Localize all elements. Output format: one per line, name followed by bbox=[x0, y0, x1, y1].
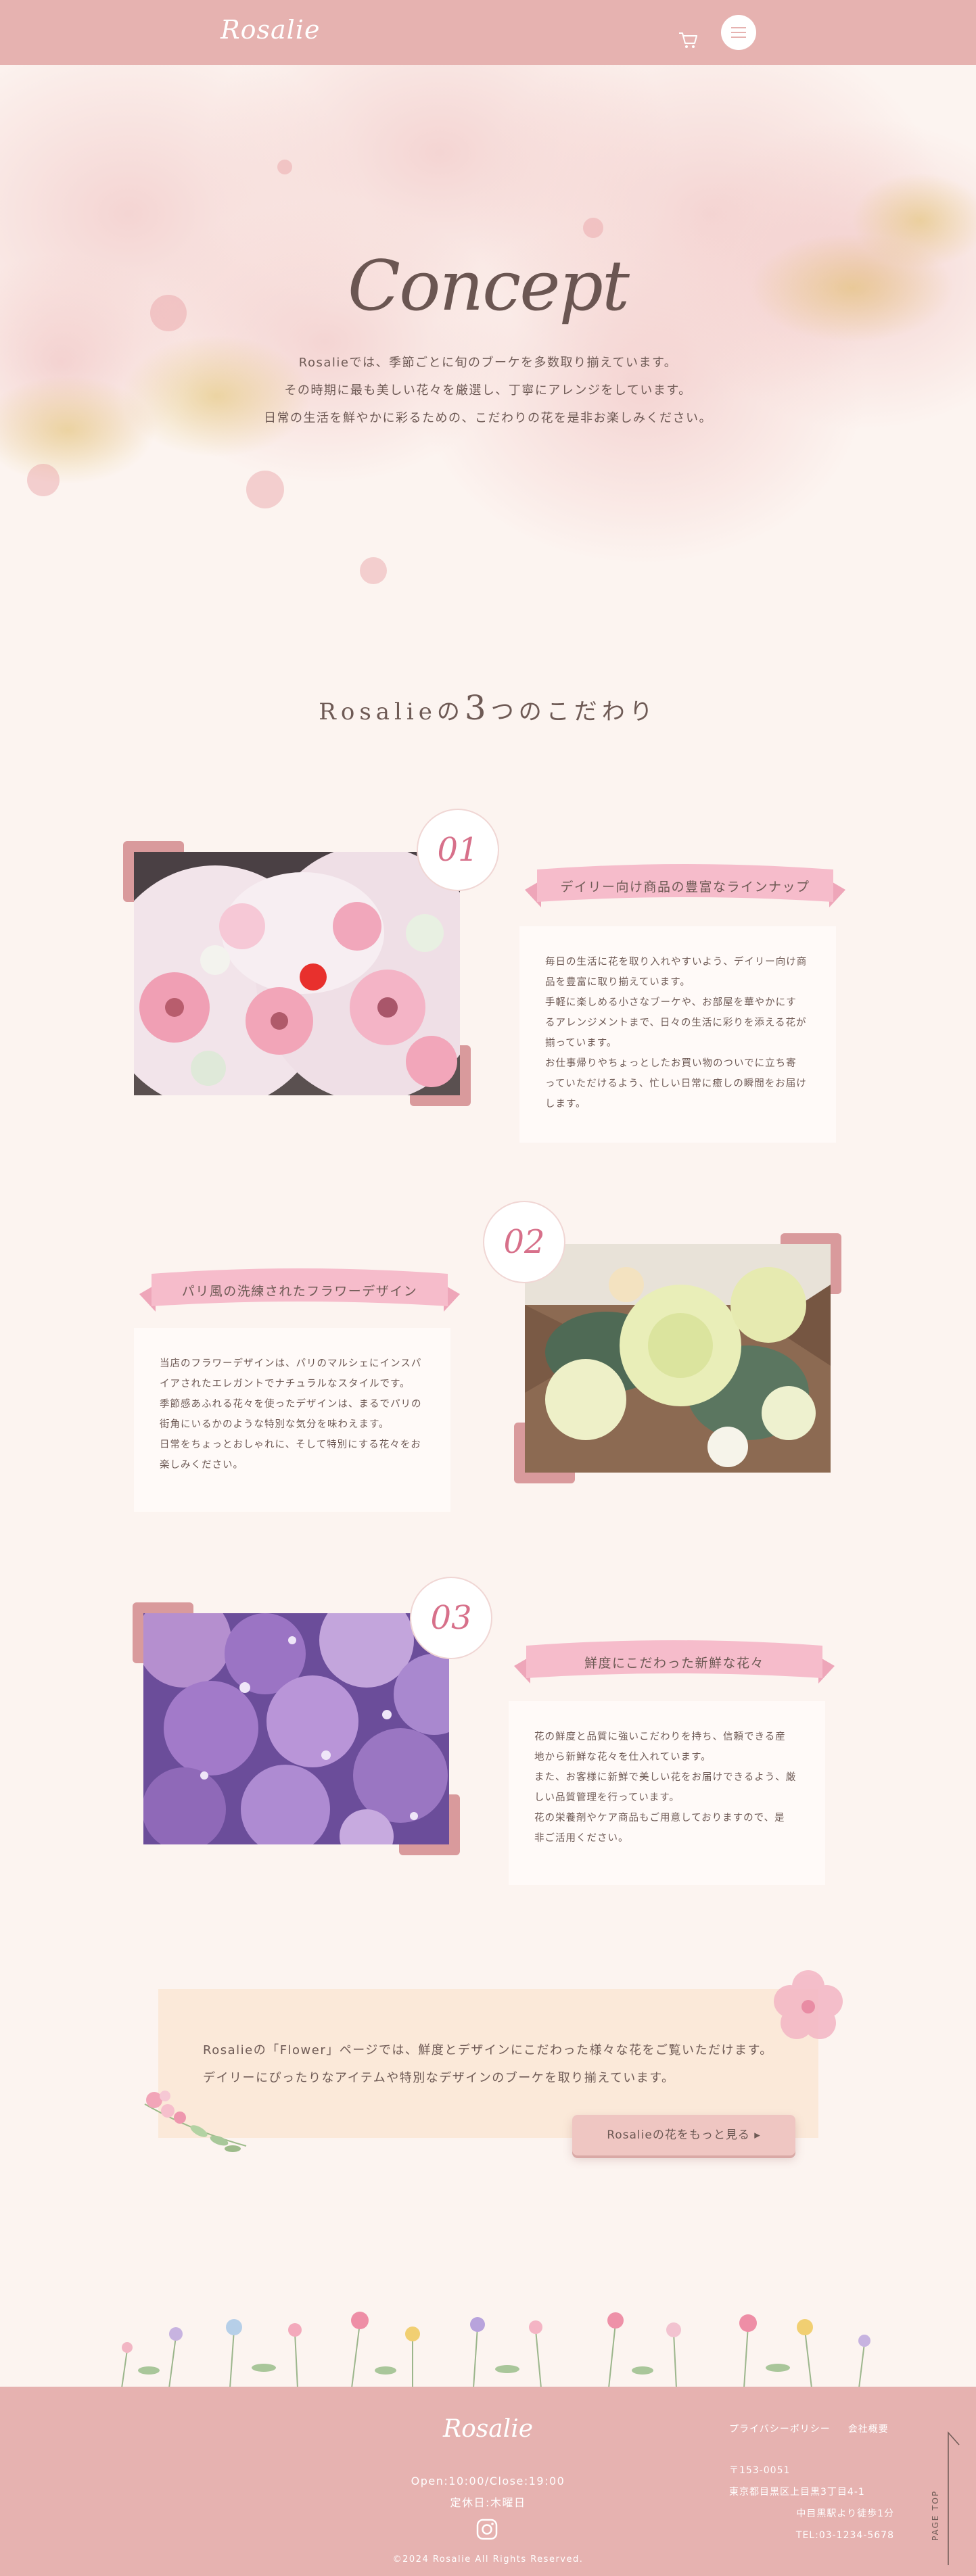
instagram-icon[interactable] bbox=[475, 2518, 498, 2541]
feature-title-ribbon-2: パリ風の洗練されたフラワーデザイン bbox=[139, 1267, 460, 1316]
footer-links: プライバシーポリシー 会社概要 bbox=[729, 2422, 906, 2435]
feature-number-1: 01 bbox=[417, 809, 499, 891]
pink-flower-illustration-icon bbox=[774, 1970, 843, 2039]
features-heading: Rosalieの3つのこだわり bbox=[319, 688, 657, 728]
concept-text: Rosalieでは、季節ごとに旬のブーケを多数取り揃えています。 その時期に最も… bbox=[264, 356, 712, 425]
feature-description-1: 毎日の生活に花を取り入れやすいよう、デイリー向け商 品を豊富に取り揃えています。 … bbox=[519, 926, 836, 1143]
privacy-policy-link[interactable]: プライバシーポリシー bbox=[729, 2424, 831, 2435]
feature-title-ribbon-1: デイリー向け商品の豊富なラインナップ bbox=[525, 863, 845, 911]
hamburger-menu-icon[interactable] bbox=[721, 15, 756, 50]
page-top-arrow-icon[interactable] bbox=[939, 2430, 966, 2565]
purple-hydrangea-photo bbox=[143, 1613, 449, 1844]
site-header: Rosalie bbox=[0, 0, 976, 65]
feature-description-2: 当店のフラワーデザインは、パリのマルシェにインスパ イアされたエレガントでナチュラ… bbox=[134, 1328, 450, 1512]
wildflower-border-illustration bbox=[121, 2312, 870, 2388]
floral-sprig-icon bbox=[144, 2091, 247, 2152]
concept-title: Concept bbox=[348, 246, 630, 327]
site-footer: Rosalie Open:10:00/Close:19:00 定休日:木曜日 ©… bbox=[0, 2387, 976, 2576]
feature-photo-1 bbox=[123, 841, 471, 1106]
feature-number-2: 02 bbox=[483, 1201, 565, 1283]
store-address: 〒153-0051 東京都目黒区上目黒3丁目4-1 中目黒駅より徒歩1分 TEL… bbox=[729, 2465, 894, 2541]
site-logo[interactable]: Rosalie bbox=[220, 15, 320, 45]
feature-number-3: 03 bbox=[410, 1577, 492, 1659]
page-top-label[interactable]: PAGE TOP bbox=[931, 2490, 940, 2541]
feature-photo-3 bbox=[133, 1602, 460, 1855]
feature-description-3: 花の鮮度と品質に強いこだわりを持ち、信頼できる産 地から新鮮な花々を仕入れています… bbox=[509, 1701, 825, 1885]
company-info-link[interactable]: 会社概要 bbox=[848, 2424, 889, 2435]
feature-title-ribbon-3: 鮮度にこだわった新鮮な花々 bbox=[514, 1639, 835, 1688]
cream-rose-bouquet-photo bbox=[525, 1244, 831, 1473]
cart-icon[interactable] bbox=[678, 30, 699, 50]
feature-photo-2 bbox=[514, 1233, 841, 1483]
pink-gerbera-bouquets-photo bbox=[134, 852, 460, 1095]
copyright: ©2024 Rosalie All Rights Reserved. bbox=[392, 2554, 584, 2565]
banner-text: Rosalieの「Flower」ページでは、鮮度とデザインにこだわった様々な花を… bbox=[203, 2043, 773, 2085]
view-more-flowers-button[interactable]: Rosalieの花をもっと見る ▸ bbox=[572, 2115, 795, 2155]
concept-hero: Concept Rosalieでは、季節ごとに旬のブーケを多数取り揃えています。… bbox=[0, 65, 976, 646]
